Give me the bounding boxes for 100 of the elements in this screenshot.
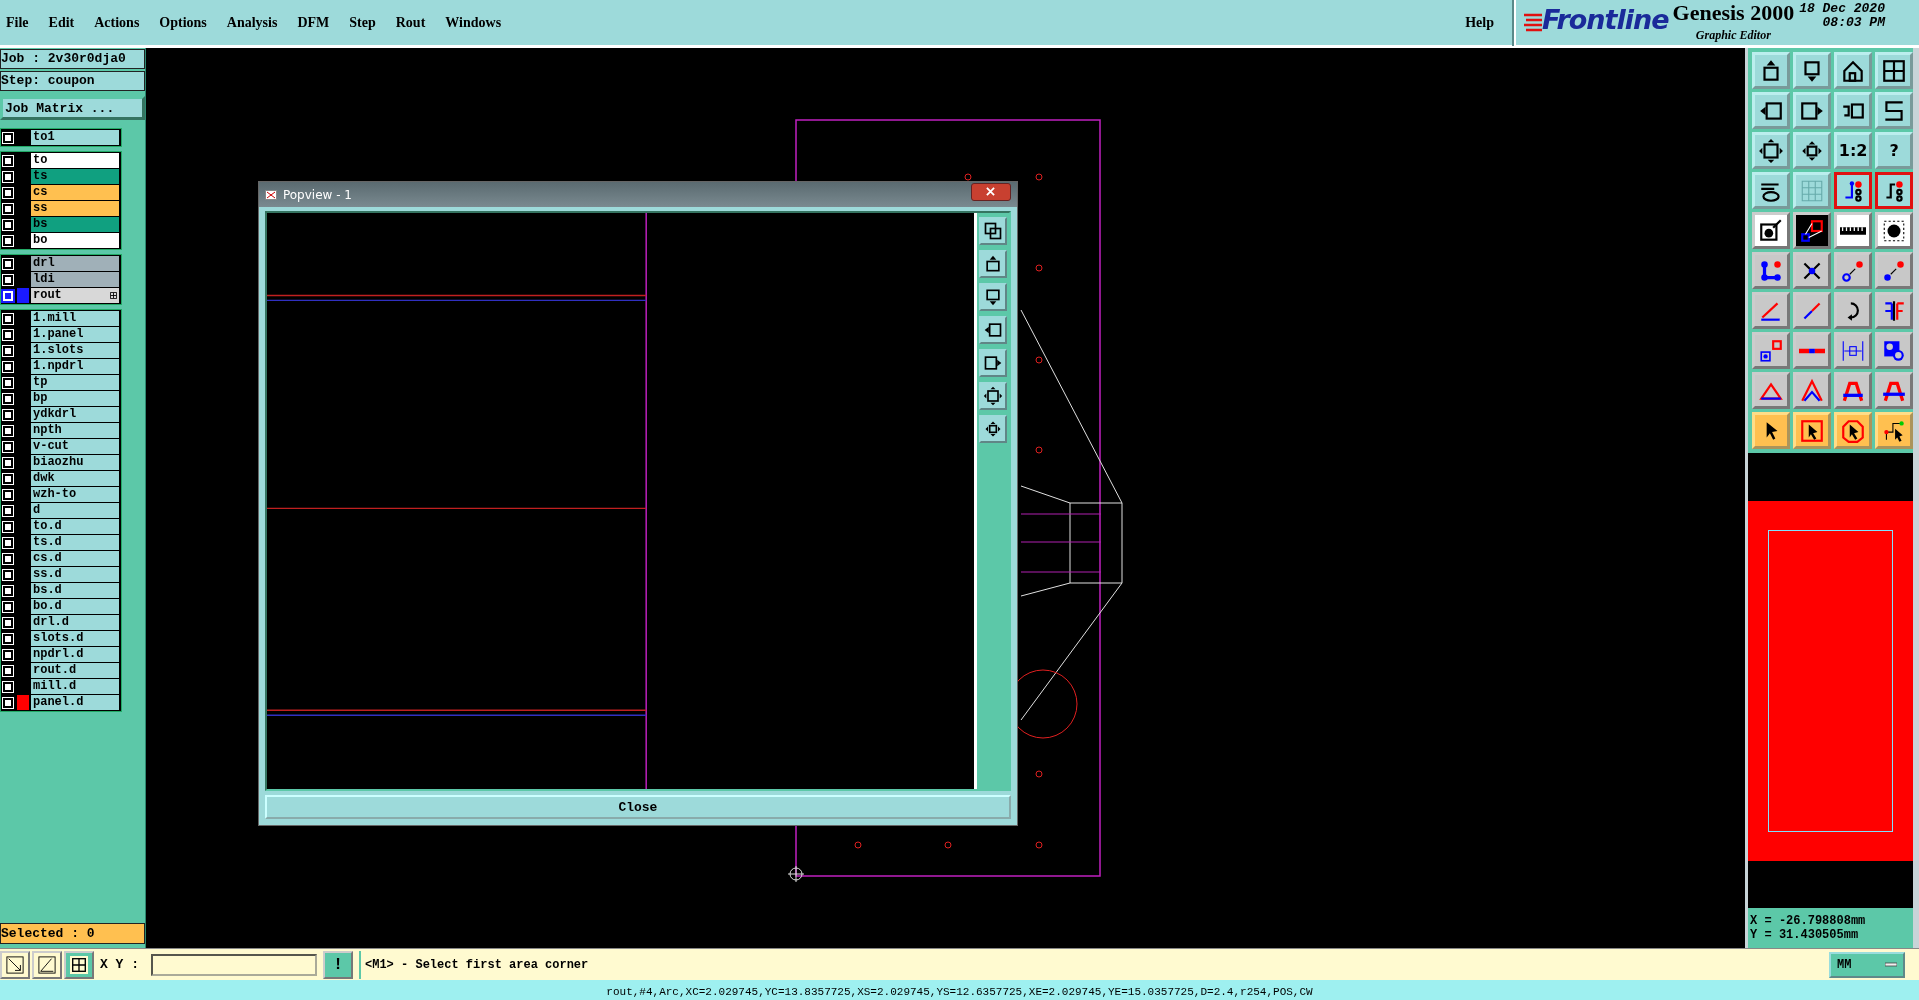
layer-name[interactable]: ldi <box>31 272 119 287</box>
layer-name[interactable]: biaozhu <box>31 455 119 470</box>
layer-name[interactable]: 1.panel <box>31 327 119 342</box>
menu-item[interactable]: File <box>6 15 29 31</box>
layer-checkbox[interactable] <box>3 313 13 324</box>
layer-checkbox[interactable] <box>3 345 13 356</box>
layer-checkbox[interactable] <box>3 155 13 166</box>
layer-name[interactable]: bo.d <box>31 599 119 614</box>
layer-checkbox[interactable] <box>3 665 13 676</box>
layer-checkbox[interactable] <box>3 219 13 230</box>
menu-item[interactable]: Windows <box>445 15 502 31</box>
menu-item[interactable]: Rout <box>395 15 426 31</box>
layer-name[interactable]: bp <box>31 391 119 406</box>
view-tool-button[interactable] <box>978 349 1007 377</box>
menu-item[interactable]: Actions <box>94 15 140 31</box>
layer-checkbox[interactable] <box>3 258 13 269</box>
layer-checkbox[interactable] <box>3 132 13 143</box>
layer-name[interactable]: ts.d <box>31 535 119 550</box>
menu-item[interactable]: Options <box>159 15 207 31</box>
view-tool-button[interactable] <box>978 250 1007 278</box>
layer-checkbox[interactable] <box>3 505 13 516</box>
layer-name[interactable]: slots.d <box>31 631 119 646</box>
layer-name[interactable]: drl <box>31 256 119 271</box>
layer-name[interactable]: bs <box>31 217 119 232</box>
layer-checkbox[interactable] <box>3 441 13 452</box>
layer-name[interactable]: ydkdrl <box>31 407 119 422</box>
layer-name[interactable]: rout.d <box>31 663 119 678</box>
layer-checkbox[interactable] <box>3 681 13 692</box>
layer-name[interactable]: cs <box>31 185 119 200</box>
coordinate-input[interactable] <box>151 953 317 976</box>
layer-checkbox[interactable] <box>3 649 13 660</box>
menu-item[interactable]: DFM <box>297 15 330 31</box>
help-menu[interactable]: Help <box>1465 15 1494 31</box>
menu-item[interactable]: Edit <box>48 15 75 31</box>
layer-checkbox[interactable] <box>3 697 13 708</box>
layer-checkbox[interactable] <box>3 393 13 404</box>
layer-name[interactable]: bo <box>31 233 119 248</box>
layer-name[interactable]: ts <box>31 169 119 184</box>
layer-checkbox[interactable] <box>3 235 13 246</box>
overview-map[interactable] <box>1748 453 1914 908</box>
view-tool-button[interactable] <box>978 415 1007 443</box>
view-tool-button[interactable] <box>978 382 1007 410</box>
close-button[interactable]: Close <box>264 795 1011 819</box>
layer-checkbox[interactable] <box>3 361 13 372</box>
layer-checkbox[interactable] <box>3 569 13 580</box>
help-button[interactable]: ? <box>1875 132 1914 169</box>
layer-name[interactable]: npth <box>31 423 119 438</box>
layer-checkbox[interactable] <box>3 633 13 644</box>
ratio-button[interactable]: 1:2 <box>1834 132 1873 169</box>
menu-item[interactable]: Step <box>349 15 376 31</box>
layer-name[interactable]: npdrl.d <box>31 647 119 662</box>
alert-button[interactable]: ! <box>323 950 353 979</box>
layer-checkbox[interactable] <box>3 537 13 548</box>
layer-checkbox[interactable] <box>3 203 13 214</box>
view-tool-button[interactable] <box>978 217 1007 245</box>
layer-name[interactable]: wzh-to <box>31 487 119 502</box>
layer-checkbox[interactable] <box>3 585 13 596</box>
layer-name[interactable]: 1.npdrl <box>31 359 119 374</box>
tool-button[interactable] <box>1875 172 1914 209</box>
layer-name[interactable]: drl.d <box>31 615 119 630</box>
layer-name[interactable]: d <box>31 503 119 518</box>
layer-name[interactable]: to.d <box>31 519 119 534</box>
layer-checkbox[interactable] <box>3 617 13 628</box>
menu-item[interactable]: Analysis <box>226 15 278 31</box>
layer-checkbox[interactable] <box>3 171 13 182</box>
window-icon <box>264 188 277 201</box>
units-dropdown[interactable]: MM <box>1829 951 1905 978</box>
layer-name[interactable]: 1.mill <box>31 311 119 326</box>
layer-name[interactable]: cs.d <box>31 551 119 566</box>
layer-checkbox[interactable] <box>3 457 13 468</box>
tool-button[interactable] <box>1834 172 1873 209</box>
layer-name[interactable]: ss <box>31 201 119 216</box>
graphic-canvas[interactable]: Popview - 1 Close <box>145 48 1746 948</box>
layer-name[interactable]: panel.d <box>31 695 119 710</box>
view-tool-button[interactable] <box>978 316 1007 344</box>
layer-name[interactable]: to1 <box>31 130 119 145</box>
layer-name[interactable]: to <box>31 153 119 168</box>
close-button[interactable] <box>970 182 1011 201</box>
layer-checkbox[interactable] <box>3 473 13 484</box>
layer-name[interactable]: bs.d <box>31 583 119 598</box>
layer-name[interactable]: rout <box>31 288 119 303</box>
layer-checkbox[interactable] <box>3 489 13 500</box>
layer-checkbox[interactable] <box>3 187 13 198</box>
layer-checkbox[interactable] <box>3 377 13 388</box>
layer-name[interactable]: ss.d <box>31 567 119 582</box>
layer-name[interactable]: mill.d <box>31 679 119 694</box>
layer-checkbox[interactable] <box>3 425 13 436</box>
layer-name[interactable]: tp <box>31 375 119 390</box>
layer-checkbox[interactable] <box>3 329 13 340</box>
job-matrix-button[interactable]: Job Matrix ... <box>0 96 145 120</box>
layer-checkbox[interactable] <box>3 601 13 612</box>
layer-name[interactable]: v-cut <box>31 439 119 454</box>
view-tool-button[interactable] <box>978 283 1007 311</box>
layer-checkbox[interactable] <box>3 553 13 564</box>
layer-name[interactable]: dwk <box>31 471 119 486</box>
layer-name[interactable]: 1.slots <box>31 343 119 358</box>
layer-checkbox[interactable] <box>3 409 13 420</box>
layer-checkbox[interactable] <box>3 521 13 532</box>
box-right-arrow-icon <box>982 353 1003 373</box>
layer-checkbox[interactable] <box>3 274 13 285</box>
